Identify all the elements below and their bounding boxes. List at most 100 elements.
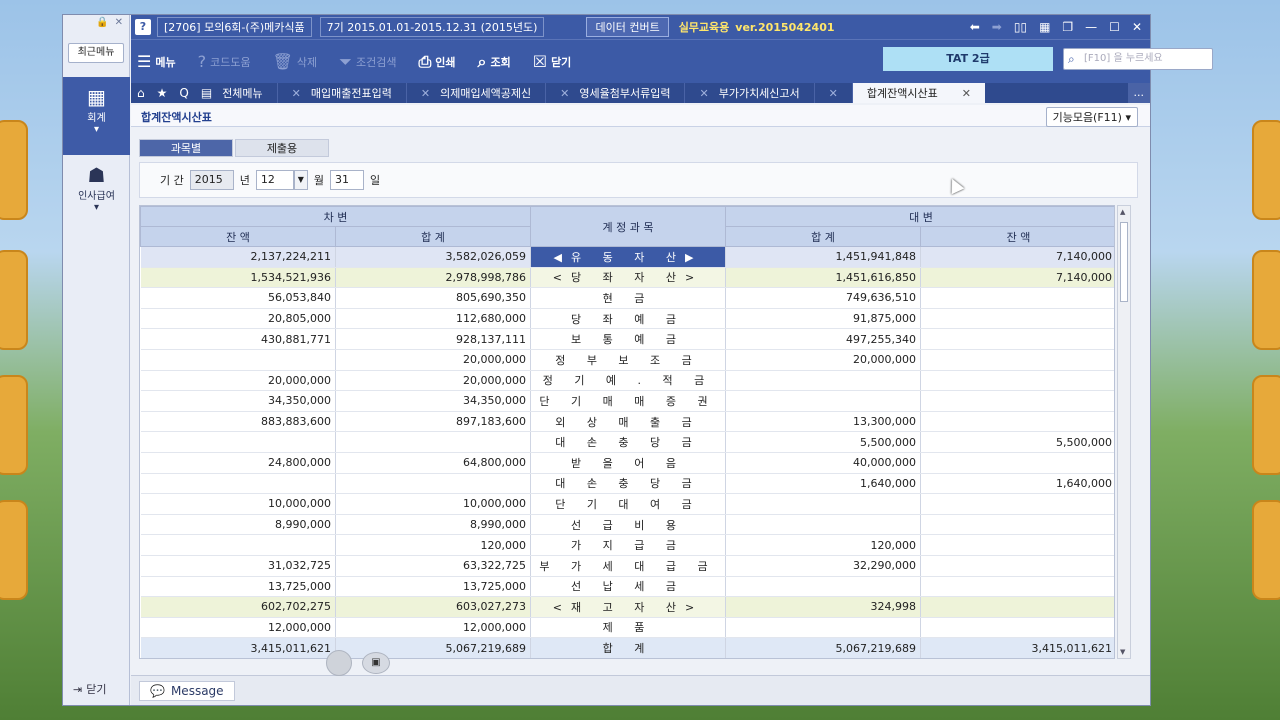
- scroll-thumb[interactable]: [1120, 222, 1128, 302]
- debit-balance-cell[interactable]: 24,800,000: [140, 452, 336, 474]
- account-cell[interactable]: 단 기 매 매 증 권: [530, 390, 726, 412]
- recent-menu-button[interactable]: 최근메뉴: [68, 43, 124, 63]
- debit-balance-cell[interactable]: 602,702,275: [140, 596, 336, 618]
- credit-total-cell[interactable]: 1,451,616,850: [725, 267, 921, 289]
- table-row[interactable]: 20,805,000 112,680,000 당 좌 예 금 91,875,000: [140, 308, 1114, 330]
- book-icon[interactable]: ▯▯: [1014, 20, 1027, 34]
- chevron-down-icon[interactable]: ▼: [293, 170, 308, 190]
- debit-balance-cell[interactable]: 56,053,840: [140, 287, 336, 309]
- debit-total-cell[interactable]: 805,690,350: [335, 287, 531, 309]
- debit-total-cell[interactable]: 603,027,273: [335, 596, 531, 618]
- total-row[interactable]: 3,415,011,621 5,067,219,689 합 계 5,067,219,6…: [140, 637, 1114, 658]
- credit-total-cell[interactable]: 1,640,000: [725, 473, 921, 495]
- data-convert-button[interactable]: 데이터 컨버트: [586, 17, 669, 37]
- account-cell[interactable]: 현 금: [530, 287, 726, 309]
- debit-balance-cell[interactable]: 20,000,000: [140, 370, 336, 392]
- close-icon[interactable]: ✕: [421, 87, 430, 100]
- floating-ball[interactable]: [326, 650, 352, 676]
- credit-total-cell[interactable]: 497,255,340: [725, 328, 921, 350]
- credit-balance-cell[interactable]: [920, 555, 1114, 577]
- credit-balance-cell[interactable]: 7,140,000: [920, 246, 1114, 268]
- credit-total-cell[interactable]: 324,998: [725, 596, 921, 618]
- table-row[interactable]: 602,702,275 603,027,273 <재 고 자 산> 324,998: [140, 596, 1114, 618]
- account-cell[interactable]: 부 가 세 대 급 금: [530, 555, 726, 577]
- year-field[interactable]: 2015: [189, 170, 234, 190]
- debit-total-cell[interactable]: 3,582,026,059: [335, 246, 531, 268]
- rail-close-button[interactable]: ⇥ 닫기: [73, 681, 106, 697]
- function-menu-button[interactable]: 기능모음(F11) ▾: [1045, 107, 1138, 127]
- credit-balance-cell[interactable]: [920, 349, 1114, 371]
- tab-vat-return[interactable]: ✕ 부가가치세신고서: [684, 83, 813, 103]
- account-cell[interactable]: 선 납 세 금: [530, 576, 726, 598]
- credit-balance-cell[interactable]: 5,500,000: [920, 431, 1114, 453]
- debit-total-cell[interactable]: 120,000: [335, 534, 531, 556]
- window-icon[interactable]: ❐: [1062, 20, 1073, 34]
- close-button[interactable]: ☒ 닫기: [533, 52, 572, 71]
- account-cell[interactable]: 가 지 급 금: [530, 534, 726, 556]
- debit-balance-cell[interactable]: [140, 473, 336, 495]
- credit-balance-cell[interactable]: [920, 493, 1114, 515]
- credit-balance-cell[interactable]: [920, 390, 1114, 412]
- close-icon[interactable]: ✕: [699, 87, 708, 100]
- search-input[interactable]: ⌕ [F10] 을 누르세요: [1063, 48, 1213, 70]
- credit-balance-cell[interactable]: 7,140,000: [920, 267, 1114, 289]
- debit-total-cell[interactable]: [335, 431, 531, 453]
- delete-button[interactable]: 🗑 삭제: [273, 52, 318, 71]
- rail-item-hr[interactable]: ☗ 인사급여 ▾: [63, 155, 130, 233]
- debit-balance-cell[interactable]: [140, 431, 336, 453]
- credit-balance-cell[interactable]: [920, 514, 1114, 536]
- credit-balance-cell[interactable]: [920, 308, 1114, 330]
- debit-balance-cell[interactable]: 31,032,725: [140, 555, 336, 577]
- account-cell[interactable]: 당 좌 예 금: [530, 308, 726, 330]
- table-row[interactable]: 20,000,000 20,000,000 정 기 예 . 적 금: [140, 370, 1114, 392]
- maximize-icon[interactable]: ☐: [1109, 20, 1120, 34]
- debit-balance-cell[interactable]: [140, 349, 336, 371]
- account-cell[interactable]: <당 좌 자 산>: [530, 267, 726, 289]
- debit-total-cell[interactable]: 12,000,000: [335, 617, 531, 639]
- credit-balance-cell[interactable]: [920, 328, 1114, 350]
- message-button[interactable]: 💬 Message: [139, 680, 235, 701]
- debit-balance-cell[interactable]: 430,881,771: [140, 328, 336, 350]
- table-row[interactable]: 대 손 충 당 금 1,640,000 1,640,000: [140, 473, 1114, 495]
- credit-total-cell[interactable]: 749,636,510: [725, 287, 921, 309]
- credit-balance-cell[interactable]: 1,640,000: [920, 473, 1114, 495]
- vertical-scrollbar[interactable]: ▲ ▼: [1117, 205, 1131, 659]
- credit-total-cell[interactable]: [725, 390, 921, 412]
- credit-balance-cell[interactable]: [920, 287, 1114, 309]
- table-row[interactable]: 12,000,000 12,000,000 제 품: [140, 617, 1114, 639]
- tab-for-submission[interactable]: 제출용: [235, 139, 329, 157]
- more-tabs-button[interactable]: ...: [1127, 83, 1150, 103]
- tab-sales-entry[interactable]: ✕ 매입매출전표입력: [276, 83, 406, 103]
- lookup-button[interactable]: ⌕ 조회: [478, 52, 511, 72]
- credit-total-cell[interactable]: 120,000: [725, 534, 921, 556]
- calendar-icon[interactable]: ▤: [195, 86, 218, 100]
- credit-total-cell[interactable]: 13,300,000: [725, 411, 921, 433]
- tab-by-account[interactable]: 과목별: [139, 139, 233, 157]
- filter-button[interactable]: ⏷ 조건검색: [339, 52, 396, 72]
- debit-total-cell[interactable]: 13,725,000: [335, 576, 531, 598]
- close-icon[interactable]: ✕: [560, 87, 569, 100]
- account-cell[interactable]: <재 고 자 산>: [530, 596, 726, 618]
- credit-balance-cell[interactable]: [920, 452, 1114, 474]
- table-row[interactable]: 13,725,000 13,725,000 선 납 세 금: [140, 576, 1114, 598]
- credit-total-cell[interactable]: [725, 370, 921, 392]
- debit-balance-cell[interactable]: 10,000,000: [140, 493, 336, 515]
- menu-button[interactable]: ☰ 메뉴: [137, 52, 176, 71]
- account-cell[interactable]: 제 품: [530, 617, 726, 639]
- debit-balance-cell[interactable]: 13,725,000: [140, 576, 336, 598]
- debit-total-cell[interactable]: [335, 473, 531, 495]
- table-row[interactable]: 31,032,725 63,322,725 부 가 세 대 급 금 32,290,00…: [140, 555, 1114, 577]
- account-cell[interactable]: 받 을 어 음: [530, 452, 726, 474]
- table-row[interactable]: 883,883,600 897,183,600 외 상 매 출 금 13,300,00…: [140, 411, 1114, 433]
- minimize-icon[interactable]: —: [1085, 20, 1097, 34]
- table-row[interactable]: 10,000,000 10,000,000 단 기 대 여 금: [140, 493, 1114, 515]
- star-icon[interactable]: ★: [151, 86, 174, 100]
- all-menu-tab[interactable]: 전체메뉴: [218, 85, 276, 101]
- table-row[interactable]: 34,350,000 34,350,000 단 기 매 매 증 권: [140, 390, 1114, 412]
- debit-total-cell[interactable]: 2,978,998,786: [335, 267, 531, 289]
- debit-balance-cell[interactable]: 2,137,224,211: [140, 246, 336, 268]
- debit-total-cell[interactable]: 20,000,000: [335, 370, 531, 392]
- debit-total-cell[interactable]: 20,000,000: [335, 349, 531, 371]
- credit-balance-cell[interactable]: [920, 617, 1114, 639]
- account-cell[interactable]: 외 상 매 출 금: [530, 411, 726, 433]
